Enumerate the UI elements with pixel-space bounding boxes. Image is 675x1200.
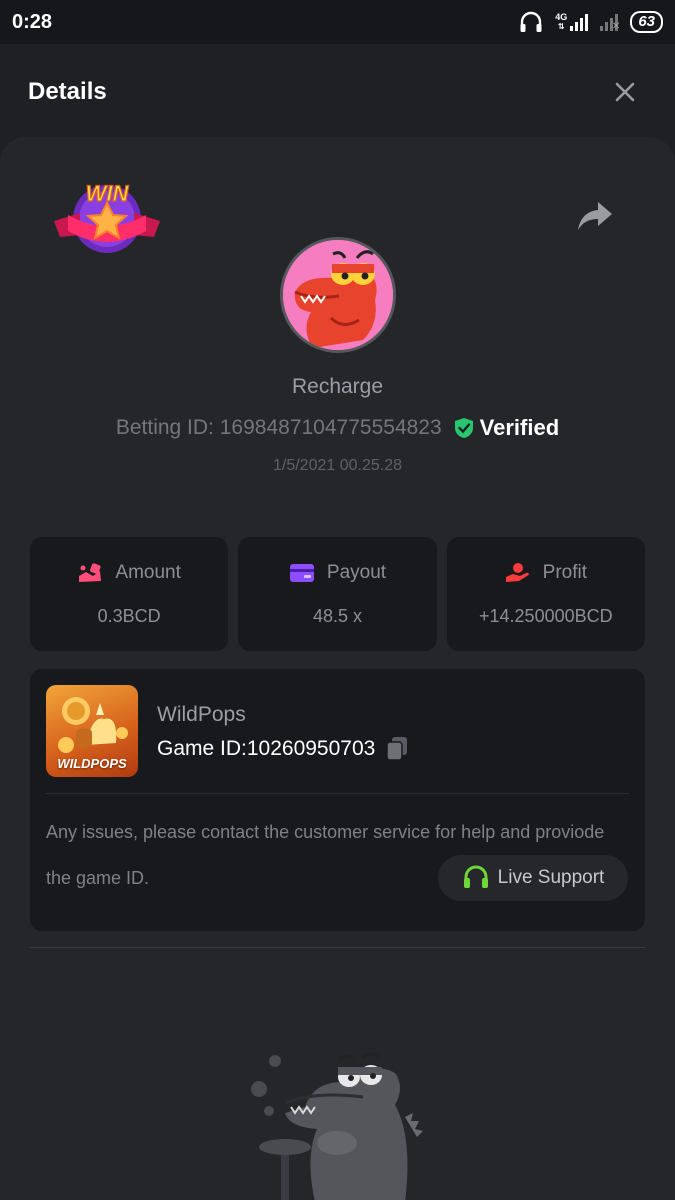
status-icons: 4G ⇅ ✕ 63 [519, 11, 663, 33]
betting-id-text: Betting ID: 1698487104775554823 [116, 416, 442, 440]
betting-id-row: Betting ID: 1698487104775554823 Verified [0, 415, 675, 441]
section-divider [30, 947, 645, 948]
game-info-card: WILDPOPS WildPops Game ID:10260950703 An… [30, 669, 645, 931]
betting-id-value: 1698487104775554823 [219, 416, 442, 439]
network-type-label: 4G [555, 12, 568, 22]
stat-amount-header: Amount [77, 561, 181, 584]
betting-id-label: Betting ID: [115, 416, 214, 439]
crocodile-avatar-icon [283, 240, 393, 350]
close-button[interactable] [605, 72, 645, 112]
stat-payout-header: Payout [289, 562, 386, 584]
stats-row: Amount 0.3BCD Payout 48.5 x Profit +14.2… [30, 537, 645, 651]
stat-payout-value: 48.5 x [312, 605, 363, 626]
payout-card-icon [289, 563, 314, 582]
game-id-row: Game ID:10260950703 [157, 736, 409, 762]
copy-icon[interactable] [385, 736, 409, 762]
stat-profit-value: +14.250000BCD [479, 605, 613, 626]
avatar [280, 237, 396, 353]
win-badge-icon: WIN [54, 180, 160, 253]
live-support-label: Live Support [497, 867, 605, 888]
game-id-label: Game ID: [157, 737, 247, 760]
verified-label: Verified [479, 415, 560, 440]
game-card-divider [46, 793, 629, 794]
cell-signal-4g: 4G ⇅ [555, 12, 589, 31]
profit-hand-icon [505, 562, 529, 582]
battery-indicator: 63 [630, 11, 663, 33]
status-bar: 0:28 4G ⇅ ✕ 63 [0, 0, 675, 44]
bet-details-card: WIN Recharge Betting ID: 169848710477555… [0, 137, 675, 1200]
signal-no-service-icon: ✕ [600, 13, 620, 32]
headset-icon [463, 865, 488, 888]
shield-check-icon [454, 418, 473, 438]
verified-badge: Verified [454, 415, 559, 441]
stat-payout-label: Payout [326, 561, 387, 583]
stat-amount-label: Amount [115, 561, 181, 583]
crocodile-mascot-icon [251, 1052, 423, 1200]
user-name: Recharge [291, 375, 384, 398]
game-thumbnail[interactable]: WILDPOPS [46, 685, 138, 777]
game-id-value: 10260950703 [246, 737, 376, 760]
bet-date: 1/5/2021 00.25.28 [272, 457, 402, 474]
header: Details [0, 44, 675, 140]
headphones-icon [520, 11, 542, 32]
win-badge-text: WIN [86, 181, 130, 206]
page-title: Details [28, 78, 107, 105]
signal-bars-icon [570, 13, 589, 31]
game-id-text: Game ID:10260950703 [157, 737, 375, 761]
stat-profit-label: Profit [542, 561, 587, 583]
amount-icon [79, 562, 102, 582]
stat-profit: Profit +14.250000BCD [446, 537, 645, 651]
live-support-button[interactable]: Live Support [438, 855, 628, 901]
game-thumbnail-label: WILDPOPS [57, 756, 127, 771]
stat-amount-value: 0.3BCD [97, 605, 161, 626]
game-name: WildPops [157, 703, 246, 726]
stat-profit-header: Profit [505, 562, 587, 584]
status-time: 0:28 [12, 10, 53, 33]
stat-payout: Payout 48.5 x [238, 537, 437, 651]
close-icon [615, 82, 635, 102]
data-arrows-icon: ⇅ [557, 22, 565, 31]
share-icon[interactable] [576, 199, 614, 233]
stat-amount: Amount 0.3BCD [30, 537, 229, 651]
